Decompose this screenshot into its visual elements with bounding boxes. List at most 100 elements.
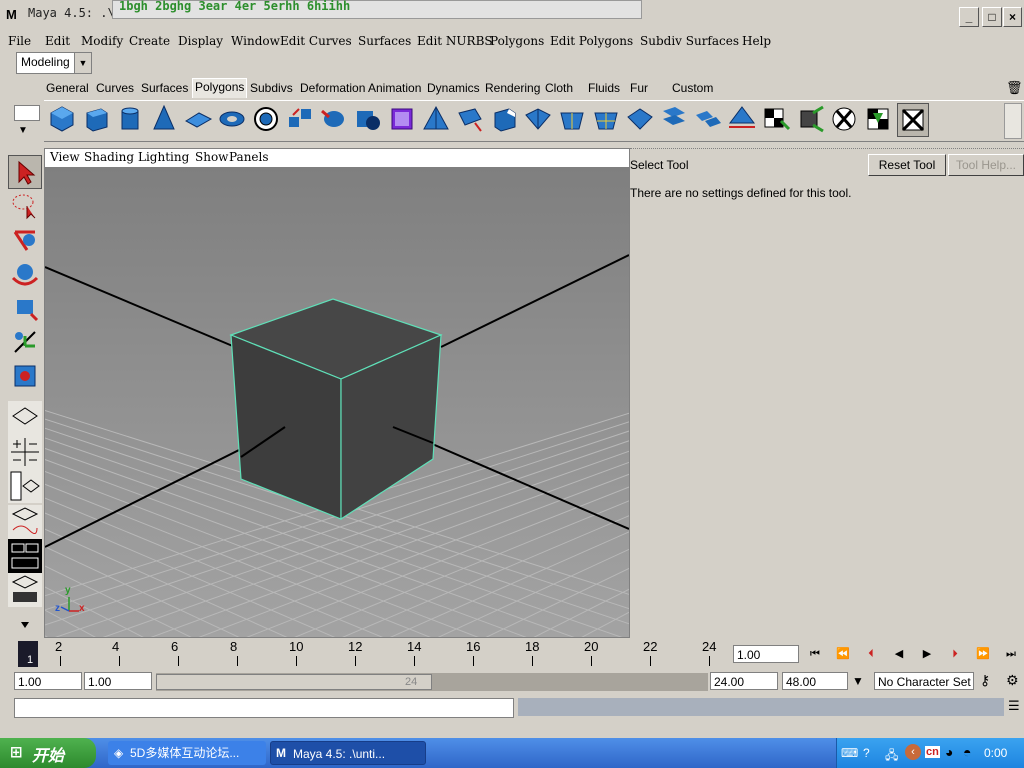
tab-rendering[interactable]: Rendering — [483, 80, 542, 97]
tab-polygons[interactable]: Polygons — [192, 78, 248, 98]
chevron-down-icon[interactable]: ▼ — [852, 674, 864, 688]
command-line-input[interactable] — [14, 698, 514, 718]
play-backwards-icon[interactable]: ◀ — [888, 645, 910, 663]
scale-tool-icon[interactable] — [8, 291, 42, 325]
help-tray-icon[interactable]: ? — [863, 746, 870, 760]
spherical-map-icon[interactable] — [863, 103, 893, 135]
keyboard-icon[interactable]: ⌨ — [841, 746, 858, 760]
shelf-down-arrow-icon[interactable]: ▼ — [18, 125, 28, 136]
taskbar-item-maya[interactable]: Maya 4.5: .\unti... — [270, 741, 426, 765]
viewport-menu-shading[interactable]: Shading — [84, 150, 134, 164]
rotate-tool-icon[interactable] — [8, 257, 42, 291]
collapse-icon[interactable] — [625, 103, 655, 135]
reset-tool-button[interactable]: Reset Tool — [868, 154, 946, 176]
auto-key-icon[interactable]: ⚷ — [980, 672, 990, 689]
viewport-canvas[interactable]: y z x persp — [45, 167, 629, 637]
menu-surfaces[interactable]: Surfaces — [358, 32, 411, 50]
taskbar-item-forum[interactable]: 5D多媒体互动论坛... — [108, 741, 266, 765]
play-forwards-icon[interactable]: ▶ — [916, 645, 938, 663]
script-editor-icon[interactable]: ☰ — [1008, 698, 1020, 714]
move-tool-icon[interactable] — [8, 223, 42, 257]
extrude-edge-icon[interactable] — [455, 103, 485, 135]
menu-create[interactable]: Create — [129, 32, 170, 50]
go-to-start-icon[interactable]: ⏮ — [804, 645, 826, 663]
range-start-field[interactable]: 1.00 — [14, 672, 82, 690]
menu-edit-polygons[interactable]: Edit Polygons — [550, 32, 633, 50]
planar-map-icon[interactable] — [795, 103, 825, 135]
messenger-icon[interactable]: ◓ — [963, 744, 971, 760]
menu-window[interactable]: Window — [231, 32, 280, 50]
shelf-scrollbar[interactable] — [1004, 103, 1022, 139]
wedge-face-icon[interactable] — [557, 103, 587, 135]
menu-display[interactable]: Display — [178, 32, 223, 50]
step-back-frame-icon[interactable]: ⏴ — [860, 645, 882, 663]
tab-general[interactable]: General — [44, 80, 91, 97]
viewport-menu-panels[interactable]: Panels — [229, 150, 269, 164]
minimize-button[interactable]: _ — [959, 7, 979, 27]
animation-prefs-icon[interactable]: ⚙ — [1006, 672, 1019, 689]
last-tool-icon[interactable] — [8, 359, 42, 393]
close-button[interactable]: × — [1003, 7, 1022, 27]
poly-cone-icon[interactable] — [149, 103, 179, 135]
four-view-layout-icon[interactable] — [8, 435, 42, 469]
shelf-menu-icon[interactable] — [14, 105, 40, 121]
select-tool-icon[interactable] — [8, 155, 42, 189]
trash-icon[interactable]: 🗑 — [1006, 80, 1023, 96]
playback-start-field[interactable]: 1.00 — [84, 672, 152, 690]
start-button[interactable]: ⊞ 开始 — [0, 738, 96, 768]
current-time-field[interactable]: 1.00 — [733, 645, 799, 663]
viewport-menu-lighting[interactable]: Lighting — [138, 150, 189, 164]
bevel-icon[interactable] — [489, 103, 519, 135]
tab-dynamics[interactable]: Dynamics — [425, 80, 482, 97]
extract-icon[interactable] — [693, 103, 723, 135]
menu-help[interactable]: Help — [742, 32, 771, 50]
extrude-face-icon[interactable] — [421, 103, 451, 135]
duplicate-face-icon[interactable] — [659, 103, 689, 135]
persp-trax-layout-icon[interactable] — [8, 573, 42, 607]
menu-edit[interactable]: Edit — [45, 32, 70, 50]
poly-pipe-icon[interactable] — [251, 103, 281, 135]
uv-texture-editor-icon[interactable] — [897, 103, 929, 137]
range-slider[interactable]: 24 — [156, 673, 708, 691]
cylindrical-map-icon[interactable] — [829, 103, 859, 135]
combine-icon[interactable] — [285, 103, 315, 135]
mirror-icon[interactable] — [727, 103, 757, 135]
playback-end-field[interactable]: 24.00 — [710, 672, 778, 690]
menu-polygons[interactable]: Polygons — [490, 32, 544, 50]
step-forward-frame-icon[interactable]: ⏵ — [944, 645, 966, 663]
menu-modify[interactable]: Modify — [81, 32, 123, 50]
single-perspective-layout-icon[interactable] — [8, 401, 42, 435]
maximize-button[interactable]: □ — [982, 7, 1002, 27]
menu-edit-nurbs[interactable]: Edit NURBS — [417, 32, 493, 50]
tab-curves[interactable]: Curves — [94, 80, 136, 97]
current-frame-marker[interactable]: 1 — [18, 641, 38, 667]
persp-outliner-layout-icon[interactable] — [8, 469, 42, 503]
tab-fluids[interactable]: Fluids — [586, 80, 622, 97]
lasso-tool-icon[interactable] — [8, 189, 42, 223]
network-icon[interactable]: 🖧 — [885, 746, 898, 767]
separate-icon[interactable] — [319, 103, 349, 135]
poly-sphere-icon[interactable] — [47, 103, 77, 135]
tab-fur[interactable]: Fur — [628, 80, 650, 97]
input-method-label[interactable]: cn — [925, 746, 940, 758]
tab-subdivs[interactable]: Subdivs — [248, 80, 295, 97]
layout-menu-arrow-icon[interactable] — [8, 607, 42, 641]
tool-help-button[interactable]: Tool Help... — [948, 154, 1024, 176]
go-to-end-icon[interactable]: ⏭ — [1000, 645, 1022, 663]
viewport-menu-view[interactable]: View — [50, 150, 80, 164]
menu-subdiv-surfaces[interactable]: Subdiv Surfaces — [640, 32, 739, 50]
tab-cloth[interactable]: Cloth — [543, 80, 575, 97]
poly-cylinder-icon[interactable] — [115, 103, 145, 135]
checker-map-icon[interactable] — [761, 103, 791, 135]
split-polygon-icon[interactable] — [523, 103, 553, 135]
menu-file[interactable]: File — [8, 32, 31, 50]
manipulator-tool-icon[interactable] — [8, 325, 42, 359]
smooth-icon[interactable] — [387, 103, 417, 135]
character-set-field[interactable]: No Character Set — [874, 672, 974, 690]
step-back-key-icon[interactable]: ⏪ — [832, 645, 854, 663]
viewport-menu-show[interactable]: Show — [195, 150, 228, 164]
tab-custom[interactable]: Custom — [670, 80, 715, 97]
chevron-left-icon[interactable]: ‹ — [905, 744, 921, 760]
persp-graph-layout-icon[interactable] — [8, 505, 42, 539]
poly-plane-icon[interactable] — [183, 103, 213, 135]
